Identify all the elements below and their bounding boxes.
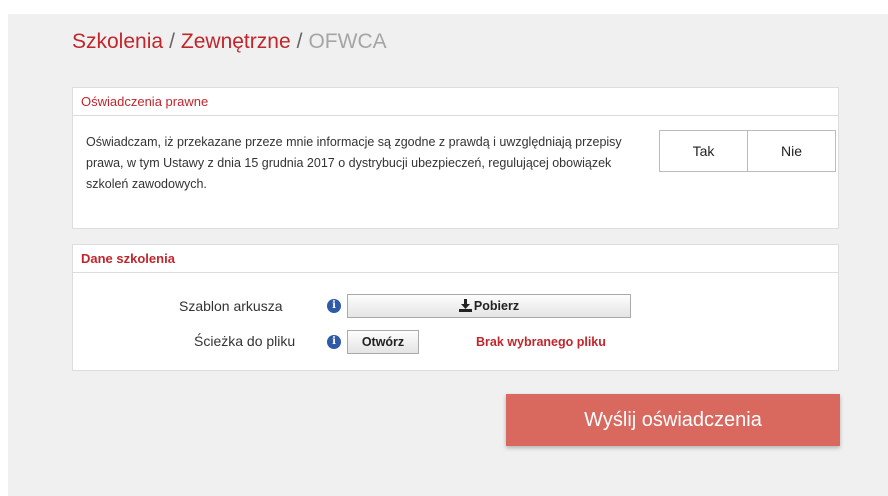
download-button[interactable]: Pobierz — [347, 294, 631, 318]
submit-statements-button[interactable]: Wyślij oświadczenia — [506, 394, 840, 446]
breadcrumb-link-szkolenia[interactable]: Szkolenia — [72, 30, 163, 53]
breadcrumb-separator: / — [296, 30, 303, 53]
breadcrumb-link-zewnetrzne[interactable]: Zewnętrzne — [181, 30, 291, 53]
panel-title: Oświadczenia prawne — [73, 88, 838, 116]
info-icon[interactable]: i — [327, 335, 341, 349]
panel-title: Dane szkolenia — [73, 245, 838, 273]
yes-button[interactable]: Tak — [660, 131, 747, 171]
no-button[interactable]: Nie — [747, 131, 835, 171]
download-icon — [458, 299, 472, 312]
training-data-panel: Dane szkolenia Szablon arkusza i Pobierz… — [72, 244, 839, 371]
breadcrumb: Szkolenia / Zewnętrzne / OFWCA — [72, 30, 387, 54]
download-label: Pobierz — [473, 299, 520, 313]
template-label: Szablon arkusza — [179, 298, 283, 314]
file-path-label: Ścieżka do pliku — [194, 333, 296, 349]
info-icon[interactable]: i — [327, 299, 341, 313]
open-file-button[interactable]: Otwórz — [347, 330, 419, 354]
breadcrumb-separator: / — [169, 30, 175, 53]
no-file-status: Brak wybranego pliku — [476, 335, 606, 349]
yes-no-toggle: Tak Nie — [659, 130, 836, 172]
breadcrumb-current: OFWCA — [308, 30, 387, 53]
legal-statements-panel: Oświadczenia prawne Oświadczam, iż przek… — [72, 87, 839, 229]
legal-statement-text: Oświadczam, iż przekazane przeze mnie in… — [86, 135, 622, 191]
